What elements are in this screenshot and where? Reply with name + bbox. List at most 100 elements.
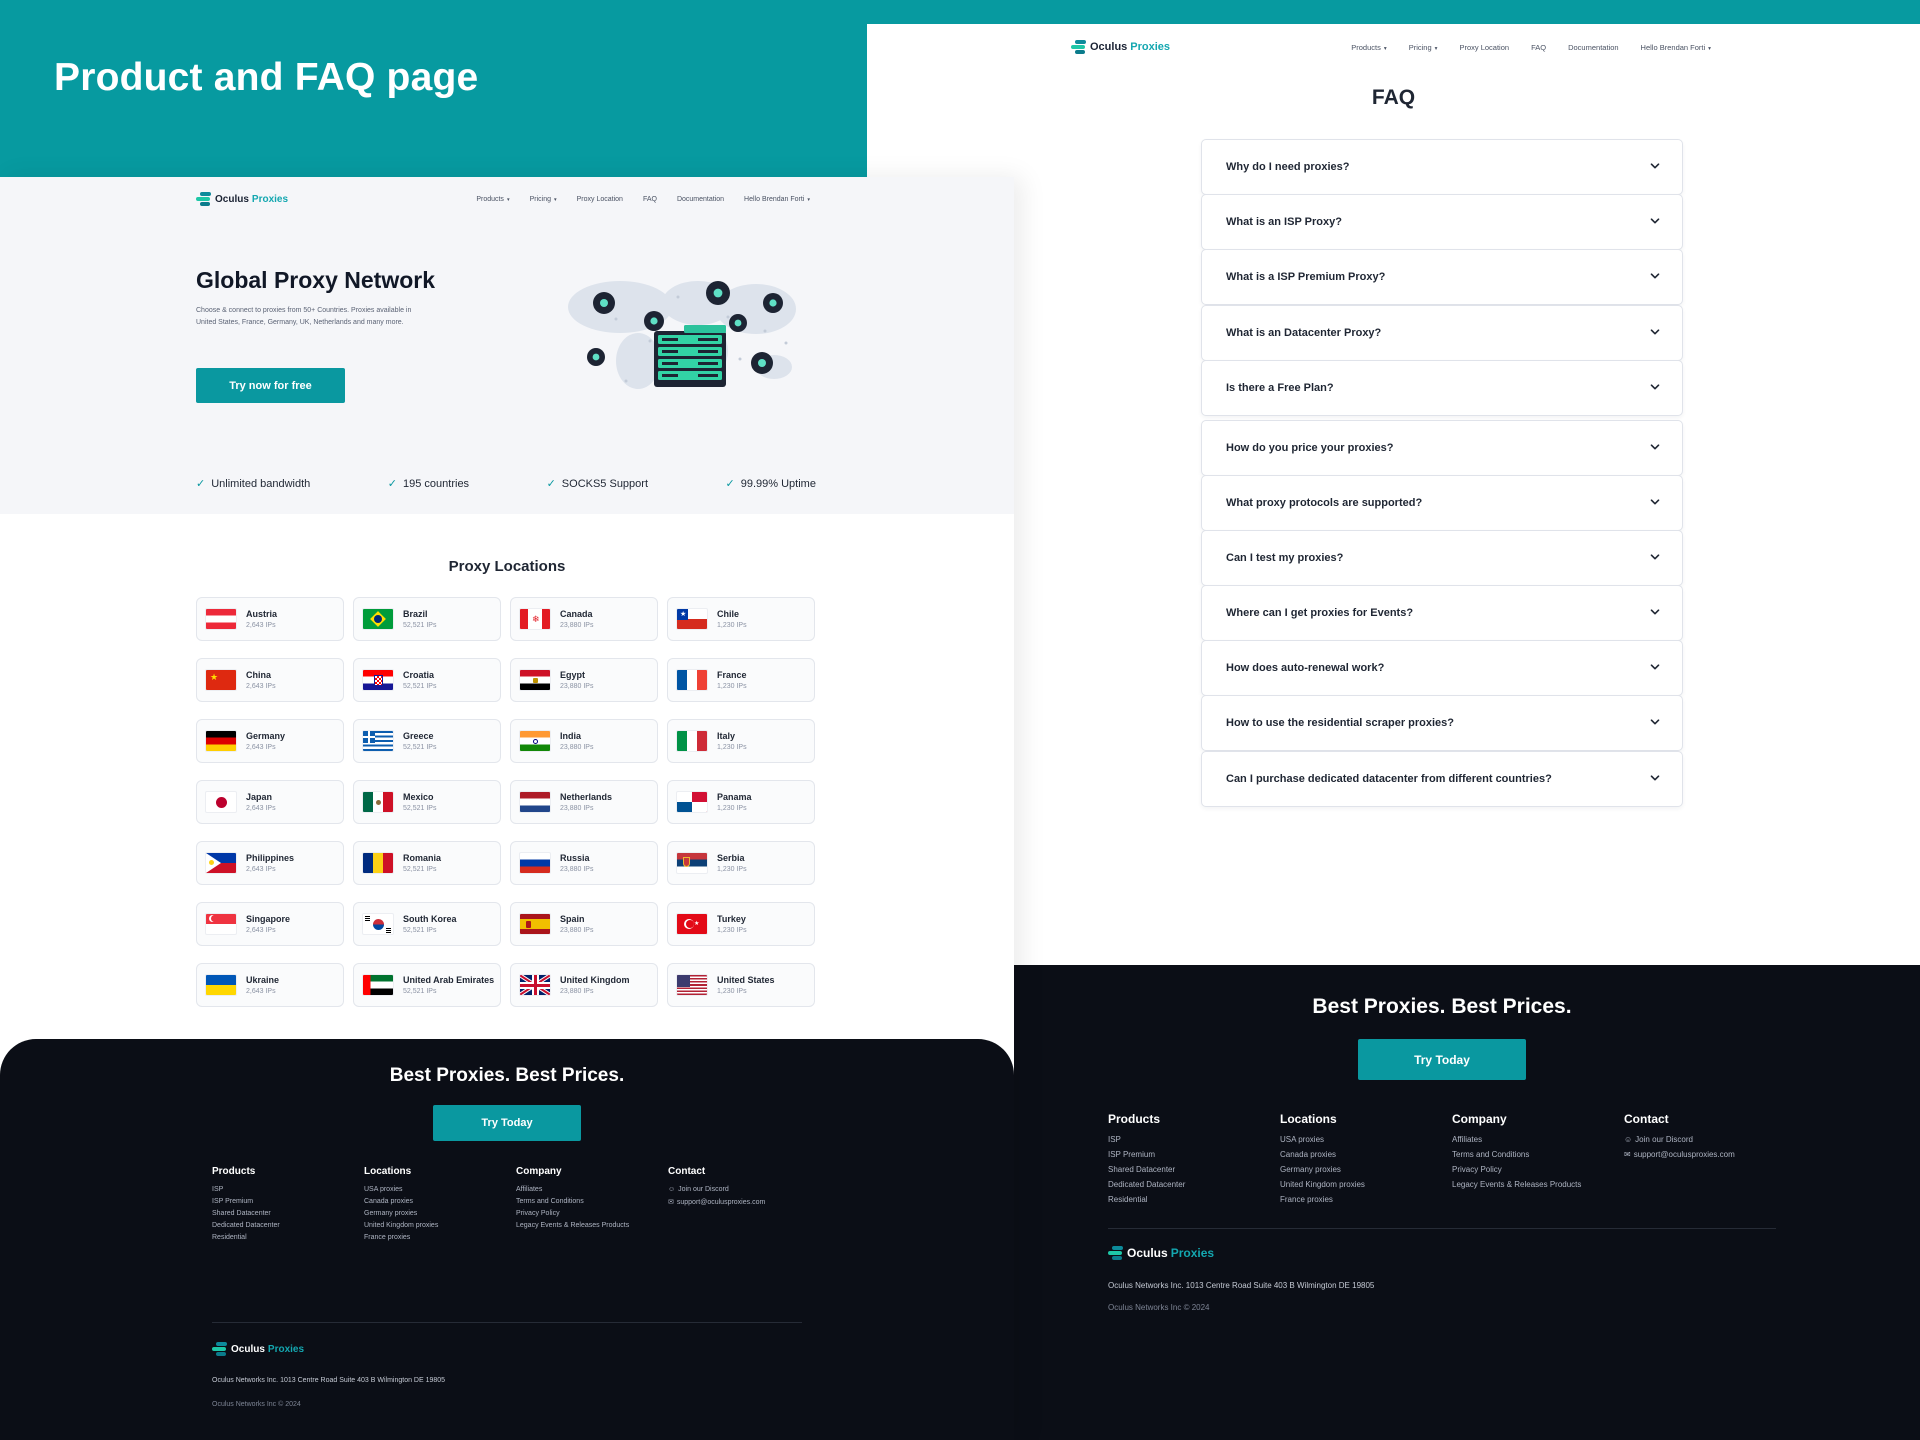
footer-link[interactable]: USA proxies bbox=[364, 1186, 516, 1193]
faq-question: What is an ISP Proxy? bbox=[1226, 216, 1342, 228]
footer-link[interactable]: Canada proxies bbox=[364, 1198, 516, 1205]
footer-contact-link[interactable]: ✉ support@oculusproxies.com bbox=[1624, 1150, 1796, 1159]
location-card-egypt[interactable]: Egypt 23,880 IPs bbox=[510, 658, 658, 702]
footer-link[interactable]: Affiliates bbox=[1452, 1135, 1624, 1144]
footer-link[interactable]: Terms and Conditions bbox=[1452, 1150, 1624, 1159]
footer-link[interactable]: Dedicated Datacenter bbox=[1108, 1180, 1280, 1189]
nav-item-hello-brendan-forti[interactable]: Hello Brendan Forti ▾ bbox=[744, 196, 810, 203]
faq-item[interactable]: How does auto-renewal work? bbox=[1201, 640, 1683, 696]
location-card-uae[interactable]: United Arab Emirates 52,521 IPs bbox=[353, 963, 501, 1007]
footer-link[interactable]: ISP Premium bbox=[1108, 1150, 1280, 1159]
try-today-button[interactable]: Try Today bbox=[433, 1105, 581, 1141]
faq-item[interactable]: Why do I need proxies? bbox=[1201, 139, 1683, 195]
location-card-canada[interactable]: ❄ Canada 23,880 IPs bbox=[510, 597, 658, 641]
location-card-russia[interactable]: Russia 23,880 IPs bbox=[510, 841, 658, 885]
nav-item-hello-brendan-forti[interactable]: Hello Brendan Forti ▾ bbox=[1641, 43, 1711, 52]
faq-item[interactable]: What is an Datacenter Proxy? bbox=[1201, 305, 1683, 361]
footer-link[interactable]: Residential bbox=[1108, 1195, 1280, 1204]
location-card-philippines[interactable]: Philippines 2,643 IPs bbox=[196, 841, 344, 885]
location-card-brazil[interactable]: Brazil 52,521 IPs bbox=[353, 597, 501, 641]
footer-link[interactable]: France proxies bbox=[364, 1234, 516, 1241]
faq-item[interactable]: Can I test my proxies? bbox=[1201, 530, 1683, 586]
canada-flag-icon: ❄ bbox=[519, 608, 551, 630]
location-card-singapore[interactable]: Singapore 2,643 IPs bbox=[196, 902, 344, 946]
location-card-mexico[interactable]: Mexico 52,521 IPs bbox=[353, 780, 501, 824]
location-card-germany[interactable]: Germany 2,643 IPs bbox=[196, 719, 344, 763]
nav-item-pricing[interactable]: Pricing ▾ bbox=[1409, 43, 1438, 52]
footer-link[interactable]: France proxies bbox=[1280, 1195, 1452, 1204]
faq-item[interactable]: What proxy protocols are supported? bbox=[1201, 475, 1683, 531]
footer-contact-link[interactable]: ✉ support@oculusproxies.com bbox=[668, 1198, 820, 1207]
location-card-ukraine[interactable]: Ukraine 2,643 IPs bbox=[196, 963, 344, 1007]
location-card-south-korea[interactable]: South Korea 52,521 IPs bbox=[353, 902, 501, 946]
footer-link[interactable]: Dedicated Datacenter bbox=[212, 1222, 364, 1229]
location-card-croatia[interactable]: Croatia 52,521 IPs bbox=[353, 658, 501, 702]
footer-link[interactable]: ISP Premium bbox=[212, 1198, 364, 1205]
location-card-france[interactable]: France 1,230 IPs bbox=[667, 658, 815, 702]
footer-contact-link[interactable]: ☺ Join our Discord bbox=[1624, 1135, 1796, 1144]
location-ip-count: 23,880 IPs bbox=[560, 866, 594, 873]
location-card-turkey[interactable]: ★ Turkey 1,230 IPs bbox=[667, 902, 815, 946]
footer-logo[interactable]: Oculus Proxies bbox=[1108, 1246, 1214, 1260]
nav-item-products[interactable]: Products ▾ bbox=[1351, 43, 1386, 52]
nav-item-faq[interactable]: FAQ bbox=[643, 196, 657, 203]
location-card-greece[interactable]: Greece 52,521 IPs bbox=[353, 719, 501, 763]
location-card-spain[interactable]: Spain 23,880 IPs bbox=[510, 902, 658, 946]
nav-item-documentation[interactable]: Documentation bbox=[677, 196, 724, 203]
faq-item[interactable]: What is a ISP Premium Proxy? bbox=[1201, 249, 1683, 305]
location-card-india[interactable]: India 23,880 IPs bbox=[510, 719, 658, 763]
location-card-china[interactable]: ★ China 2,643 IPs bbox=[196, 658, 344, 702]
location-card-serbia[interactable]: Serbia 1,230 IPs bbox=[667, 841, 815, 885]
footer-link[interactable]: Canada proxies bbox=[1280, 1150, 1452, 1159]
brand-logo[interactable]: Oculus Proxies bbox=[1071, 40, 1170, 54]
footer-link[interactable]: United Kingdom proxies bbox=[1280, 1180, 1452, 1189]
footer-contact-link[interactable]: ☺ Join our Discord bbox=[668, 1186, 820, 1193]
faq-item[interactable]: Can I purchase dedicated datacenter from… bbox=[1201, 751, 1683, 807]
location-card-usa[interactable]: United States 1,230 IPs bbox=[667, 963, 815, 1007]
footer-link[interactable]: Residential bbox=[212, 1234, 364, 1241]
footer-link[interactable]: Shared Datacenter bbox=[1108, 1165, 1280, 1174]
footer-link[interactable]: United Kingdom proxies bbox=[364, 1222, 516, 1229]
footer-link[interactable]: Shared Datacenter bbox=[212, 1210, 364, 1217]
location-card-netherlands[interactable]: Netherlands 23,880 IPs bbox=[510, 780, 658, 824]
location-card-japan[interactable]: Japan 2,643 IPs bbox=[196, 780, 344, 824]
location-card-romania[interactable]: Romania 52,521 IPs bbox=[353, 841, 501, 885]
footer-link[interactable]: Legacy Events & Releases Products bbox=[1452, 1180, 1624, 1189]
footer-link[interactable]: Terms and Conditions bbox=[516, 1198, 668, 1205]
nav-item-faq[interactable]: FAQ bbox=[1531, 43, 1546, 52]
footer-link[interactable]: USA proxies bbox=[1280, 1135, 1452, 1144]
faq-item[interactable]: How to use the residential scraper proxi… bbox=[1201, 695, 1683, 751]
nav-item-proxy-location[interactable]: Proxy Location bbox=[1459, 43, 1509, 52]
footer-link[interactable]: ISP bbox=[1108, 1135, 1280, 1144]
nav-item-products[interactable]: Products ▾ bbox=[476, 196, 509, 203]
hero-heading: Global Proxy Network bbox=[196, 267, 436, 293]
location-card-chile[interactable]: ★ Chile 1,230 IPs bbox=[667, 597, 815, 641]
location-ip-count: 1,230 IPs bbox=[717, 988, 747, 995]
footer-link[interactable]: ISP bbox=[212, 1186, 364, 1193]
footer-link[interactable]: Germany proxies bbox=[1280, 1165, 1452, 1174]
nav-item-proxy-location[interactable]: Proxy Location bbox=[577, 196, 623, 203]
footer-column-products: Products ISP ISP Premium Shared Datacenter D… bbox=[1108, 1112, 1280, 1204]
nav-item-documentation[interactable]: Documentation bbox=[1568, 43, 1618, 52]
faq-item[interactable]: How do you price your proxies? bbox=[1201, 420, 1683, 476]
location-card-austria[interactable]: Austria 2,643 IPs bbox=[196, 597, 344, 641]
footer-link[interactable]: Legacy Events & Releases Products bbox=[516, 1222, 668, 1229]
hero-section bbox=[0, 177, 1014, 514]
location-card-italy[interactable]: Italy 1,230 IPs bbox=[667, 719, 815, 763]
location-card-panama[interactable]: Panama 1,230 IPs bbox=[667, 780, 815, 824]
footer-link[interactable]: Privacy Policy bbox=[516, 1210, 668, 1217]
faq-item[interactable]: Is there a Free Plan? bbox=[1201, 360, 1683, 416]
brand-logo[interactable]: Oculus Proxies bbox=[196, 192, 288, 206]
footer-link[interactable]: Affiliates bbox=[516, 1186, 668, 1193]
location-card-uk[interactable]: United Kingdom 23,880 IPs bbox=[510, 963, 658, 1007]
footer-logo[interactable]: Oculus Proxies bbox=[212, 1342, 304, 1356]
try-now-button[interactable]: Try now for free bbox=[196, 368, 345, 403]
faq-item[interactable]: Where can I get proxies for Events? bbox=[1201, 585, 1683, 641]
logo-word-a: Oculus bbox=[231, 1343, 265, 1355]
faq-question: What is a ISP Premium Proxy? bbox=[1226, 271, 1386, 283]
nav-item-pricing[interactable]: Pricing ▾ bbox=[530, 196, 557, 203]
footer-link[interactable]: Privacy Policy bbox=[1452, 1165, 1624, 1174]
faq-item[interactable]: What is an ISP Proxy? bbox=[1201, 194, 1683, 250]
try-today-button[interactable]: Try Today bbox=[1358, 1039, 1526, 1080]
footer-link[interactable]: Germany proxies bbox=[364, 1210, 516, 1217]
